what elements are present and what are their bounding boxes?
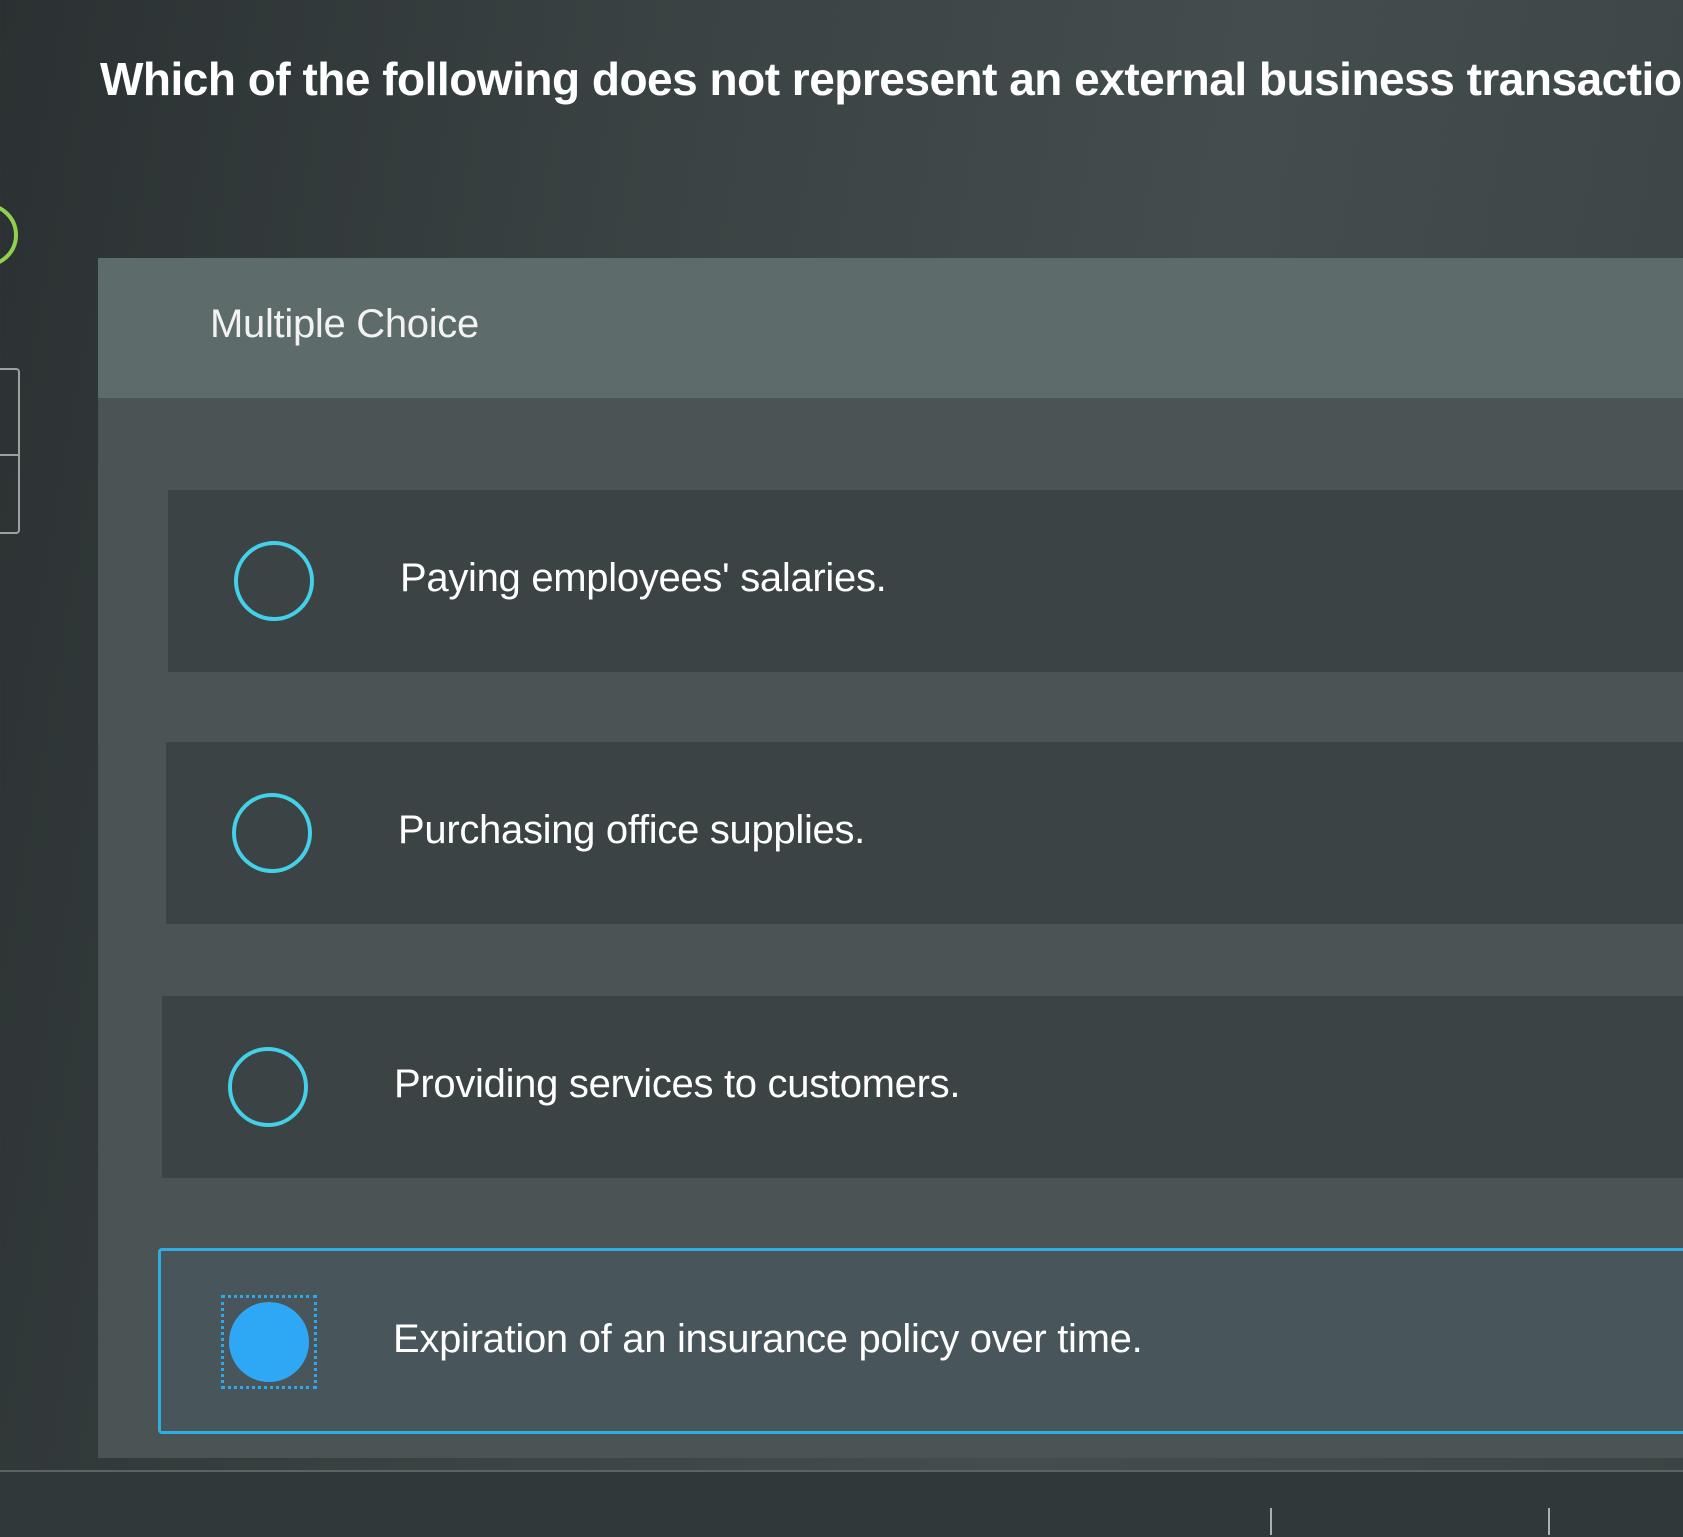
toolbar-divider — [1270, 1508, 1272, 1535]
answer-option-1[interactable]: Paying employees' salaries. — [168, 490, 1683, 672]
answer-option-label: Paying employees' salaries. — [400, 556, 887, 600]
radio-focus-outline[interactable] — [221, 1295, 317, 1389]
panel-header: Multiple Choice — [98, 258, 1683, 398]
answer-option-3[interactable]: Providing services to customers. — [162, 996, 1683, 1178]
timer-ring-icon — [0, 203, 18, 267]
answer-option-label: Purchasing office supplies. — [398, 808, 865, 852]
answer-option-4[interactable]: Expiration of an insurance policy over t… — [158, 1248, 1683, 1434]
answer-option-label: Expiration of an insurance policy over t… — [393, 1317, 1143, 1361]
question-type-label: Multiple Choice — [210, 302, 479, 346]
answer-option-label: Providing services to customers. — [394, 1062, 961, 1106]
question-panel: Multiple Choice Paying employees' salari… — [98, 258, 1683, 1458]
toolbar-divider — [1548, 1508, 1550, 1535]
radio-selected-icon — [229, 1302, 309, 1382]
radio-button-icon[interactable] — [228, 1047, 308, 1127]
question-text: Which of the following does not represen… — [100, 53, 1683, 105]
radio-button-icon[interactable] — [232, 793, 312, 873]
radio-button-icon[interactable] — [234, 541, 314, 621]
bottom-toolbar — [0, 1470, 1683, 1537]
answer-option-2[interactable]: Purchasing office supplies. — [166, 742, 1683, 924]
side-panel-tab[interactable] — [0, 368, 20, 534]
